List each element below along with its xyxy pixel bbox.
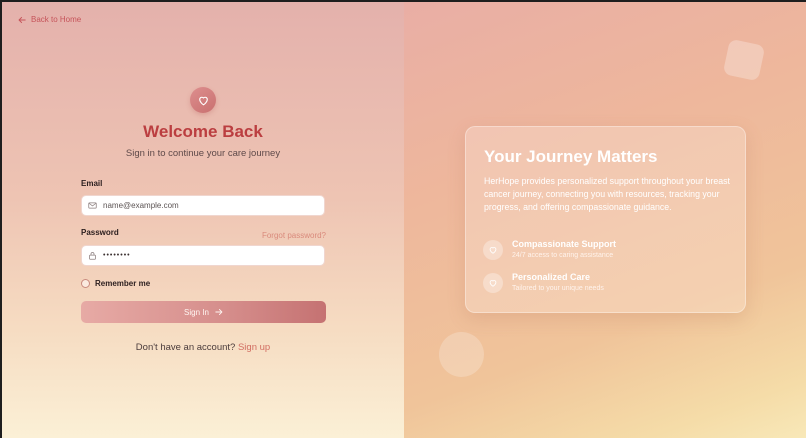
remember-me-label: Remember me <box>95 279 151 288</box>
info-panel: Your Journey Matters HerHope provides pe… <box>404 2 806 438</box>
back-to-home-label: Back to Home <box>31 15 82 24</box>
info-card: Your Journey Matters HerHope provides pe… <box>465 126 746 313</box>
email-placeholder: name@example.com <box>103 201 179 210</box>
login-panel: Back to Home Welcome Back Sign in to con… <box>2 2 404 438</box>
arrow-right-icon <box>215 309 223 315</box>
email-field[interactable]: name@example.com <box>81 195 325 216</box>
password-field[interactable]: •••••••• <box>81 245 325 266</box>
sign-in-button[interactable]: Sign In <box>81 301 326 323</box>
card-description: HerHope provides personalized support th… <box>484 176 730 212</box>
signup-prompt: Don't have an account? Sign up <box>2 342 404 353</box>
page: Back to Home Welcome Back Sign in to con… <box>2 2 806 438</box>
remember-me-checkbox[interactable] <box>81 279 90 288</box>
password-label: Password <box>81 228 119 237</box>
logo <box>190 87 216 113</box>
mail-icon <box>88 202 97 209</box>
feature-icon-circle <box>483 240 503 260</box>
sign-up-link[interactable]: Sign up <box>238 342 270 353</box>
feature-item: Personalized Care Tailored to your uniqu… <box>483 272 604 293</box>
feature-item: Compassionate Support 24/7 access to car… <box>483 239 617 260</box>
feature-subtitle: Tailored to your unique needs <box>512 285 604 292</box>
arrow-left-icon <box>18 16 26 23</box>
sign-in-label: Sign In <box>184 307 209 317</box>
heart-icon <box>198 96 208 105</box>
decorative-circle <box>439 332 484 377</box>
heart-icon <box>489 280 497 287</box>
remember-me-option[interactable]: Remember me <box>81 279 150 288</box>
feature-icon-circle <box>483 273 503 293</box>
page-title: Welcome Back <box>143 122 263 141</box>
email-label: Email <box>81 179 103 188</box>
back-to-home-link[interactable]: Back to Home <box>18 15 81 24</box>
feature-title: Compassionate Support <box>512 239 617 249</box>
heart-icon <box>489 247 497 254</box>
page-subtitle: Sign in to continue your care journey <box>125 148 281 159</box>
decorative-square <box>722 38 766 82</box>
forgot-password-link[interactable]: Forgot password? <box>262 231 326 240</box>
no-account-text: Don't have an account? <box>135 342 236 353</box>
card-title: Your Journey Matters <box>484 147 658 166</box>
lock-icon <box>89 252 96 260</box>
password-value: •••••••• <box>103 252 131 259</box>
feature-subtitle: 24/7 access to caring assistance <box>512 252 614 259</box>
feature-title: Personalized Care <box>512 272 591 282</box>
